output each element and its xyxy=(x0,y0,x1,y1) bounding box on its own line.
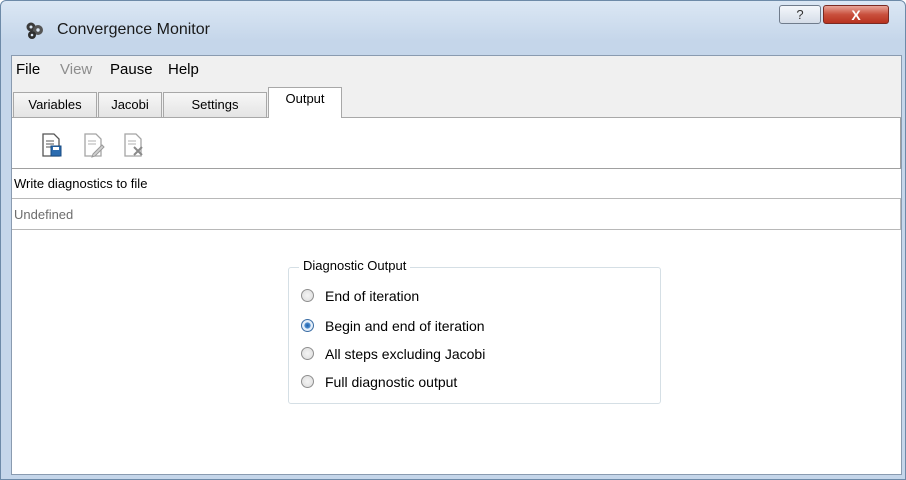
new-file-icon[interactable] xyxy=(40,132,64,158)
radio-label: Full diagnostic output xyxy=(325,374,458,390)
tab-strip: Variables Jacobi Settings Output xyxy=(12,84,901,118)
tab-output[interactable]: Output xyxy=(268,87,342,118)
radio-button-selected[interactable] xyxy=(301,319,314,332)
group-title: Diagnostic Output xyxy=(299,258,411,273)
tab-variables[interactable]: Variables xyxy=(13,92,97,117)
help-button[interactable]: ? xyxy=(779,5,821,24)
tab-settings[interactable]: Settings xyxy=(163,92,267,117)
radio-button[interactable] xyxy=(301,289,314,302)
output-panel: Write diagnostics to file Undefined Diag… xyxy=(12,117,901,474)
radio-label: Begin and end of iteration xyxy=(325,318,485,334)
menu-file[interactable]: File xyxy=(16,61,40,78)
write-diagnostics-label: Write diagnostics to file xyxy=(14,176,148,191)
menu-help[interactable]: Help xyxy=(168,61,199,78)
close-button[interactable]: X xyxy=(823,5,889,24)
menu-bar: File View Pause Help xyxy=(12,56,901,84)
title-bar[interactable]: Convergence Monitor ? X xyxy=(1,1,905,53)
delete-file-icon[interactable] xyxy=(122,132,146,158)
file-toolbar xyxy=(12,118,901,169)
window-title: Convergence Monitor xyxy=(57,21,210,38)
diagnostics-file-field[interactable]: Undefined xyxy=(12,198,901,230)
edit-file-icon[interactable] xyxy=(82,132,106,158)
radio-label: All steps excluding Jacobi xyxy=(325,346,486,362)
client-area: File View Pause Help Variables Jacobi Se… xyxy=(11,55,902,475)
diagnostic-output-group: Diagnostic Output End of iteration Begin… xyxy=(288,258,661,404)
menu-view[interactable]: View xyxy=(60,61,92,78)
app-window: Convergence Monitor ? X File View Pause … xyxy=(0,0,906,480)
menu-pause[interactable]: Pause xyxy=(110,61,153,78)
radio-button[interactable] xyxy=(301,375,314,388)
app-gear-icon xyxy=(26,22,43,39)
tab-jacobi[interactable]: Jacobi xyxy=(98,92,162,117)
radio-label: End of iteration xyxy=(325,288,420,304)
radio-button[interactable] xyxy=(301,347,314,360)
